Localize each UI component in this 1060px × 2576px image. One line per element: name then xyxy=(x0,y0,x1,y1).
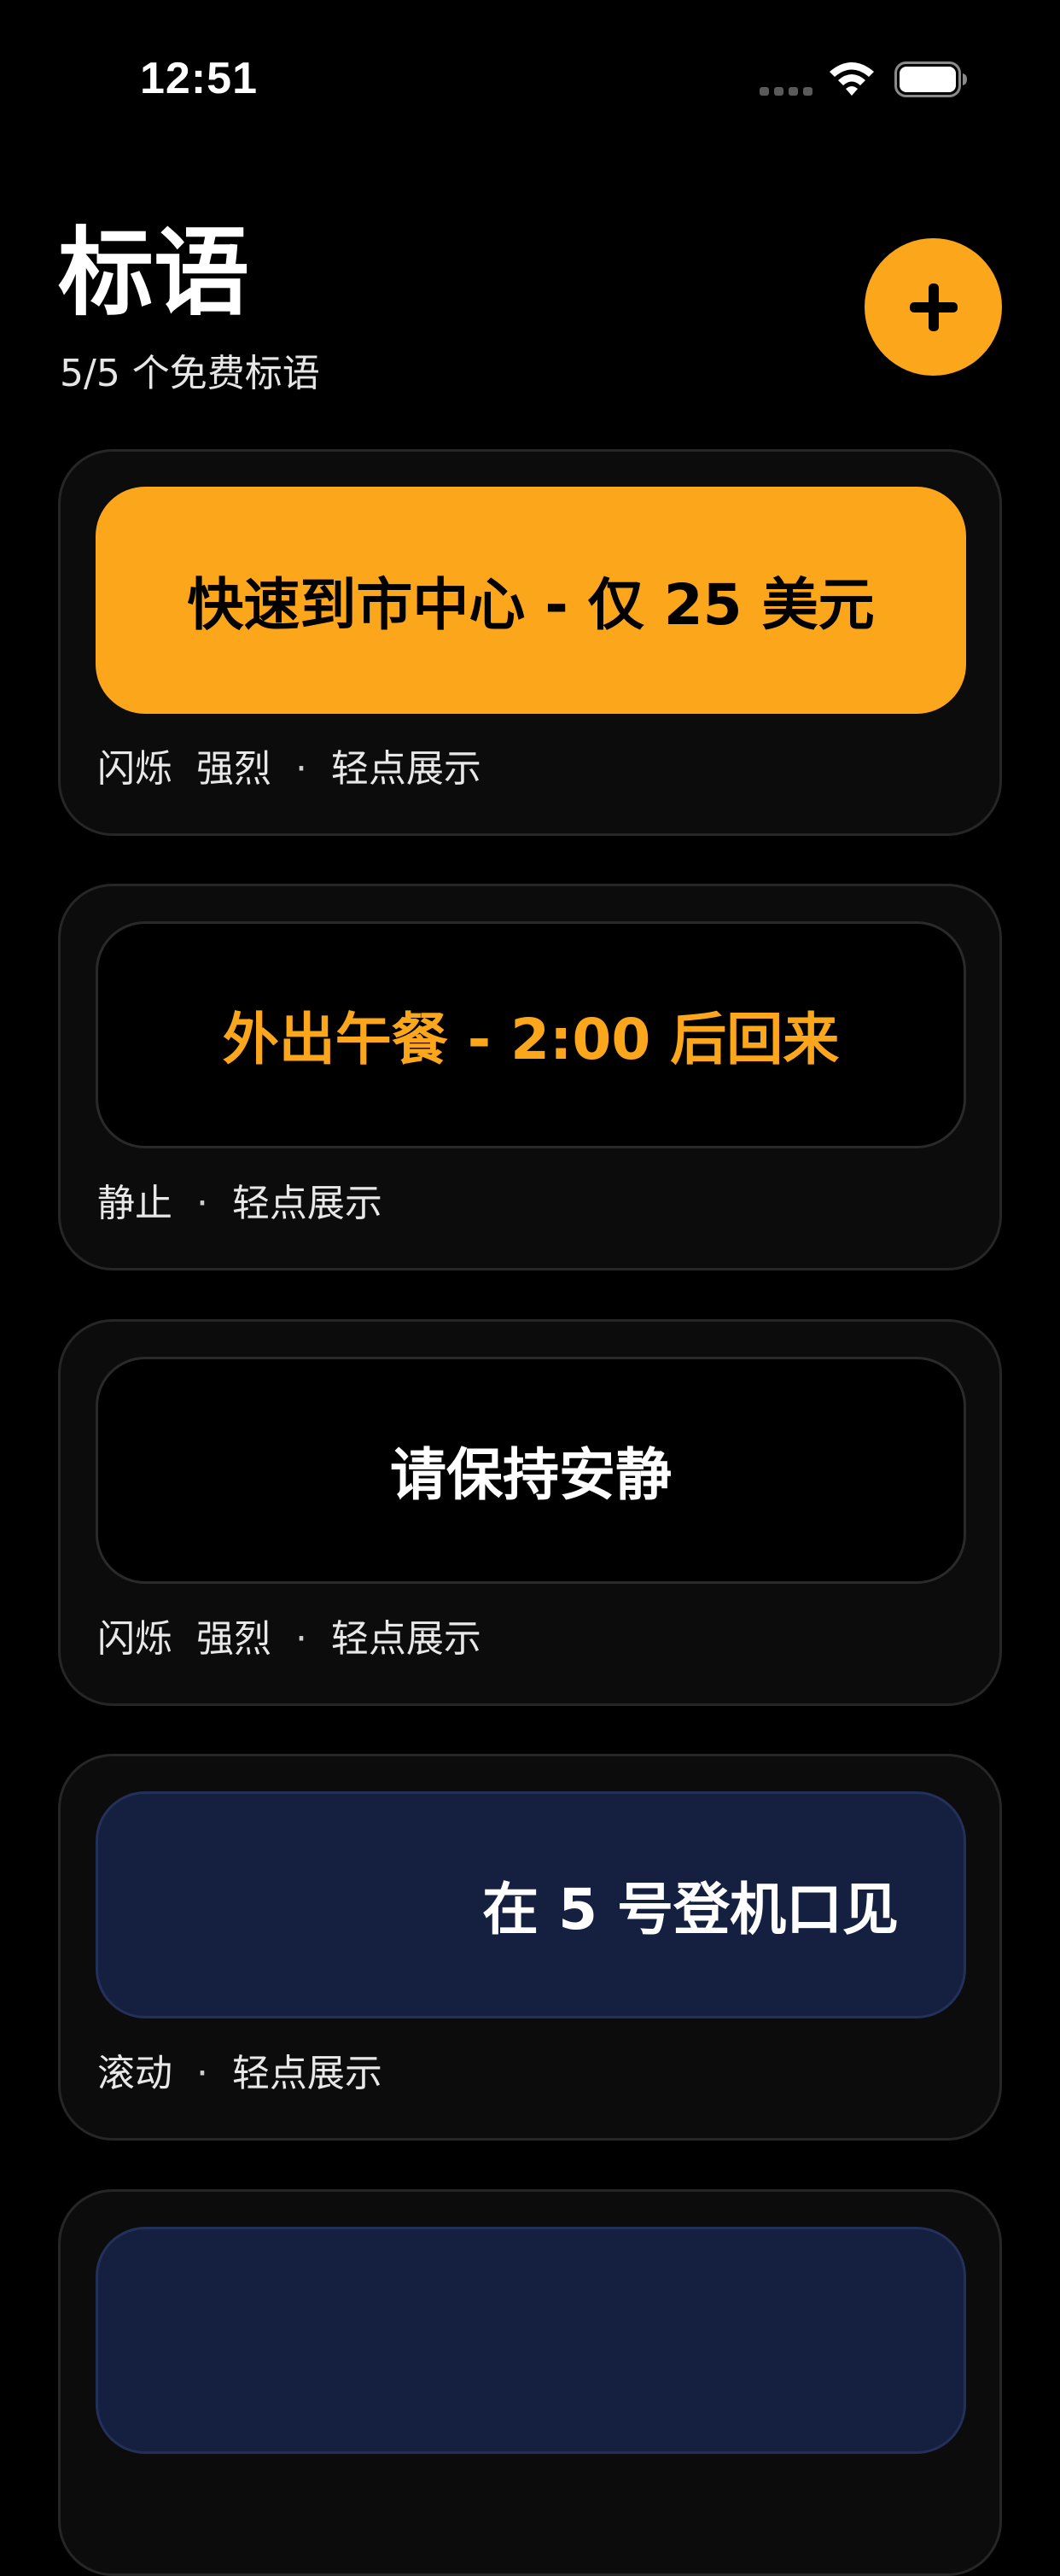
sign-modes: 闪烁 强烈 xyxy=(97,1617,271,1661)
free-sign-count: 5/5 个免费标语 xyxy=(60,352,320,395)
status-bar: 12:51 xyxy=(0,0,1060,128)
wifi-icon xyxy=(830,62,874,96)
add-sign-button[interactable] xyxy=(865,238,1002,376)
sign-text: 外出午餐 - 2:00 后回来 xyxy=(222,1007,840,1072)
sign-card[interactable]: 请保持安静 闪烁 强烈 · 轻点展示 xyxy=(58,1319,1002,1706)
tap-to-show-hint: 轻点展示 xyxy=(231,2052,382,2095)
separator-dot: · xyxy=(172,2052,232,2095)
sign-text: 在 5 号登机口见 xyxy=(482,1877,899,1942)
separator-dot: · xyxy=(271,1617,331,1661)
cellular-signal-icon xyxy=(760,87,812,96)
tap-to-show-hint: 轻点展示 xyxy=(231,1182,382,1225)
sign-text: 快速到市中心 - 仅 25 美元 xyxy=(187,572,875,638)
sign-modes: 闪烁 强烈 xyxy=(97,747,271,791)
sign-card[interactable]: 快速到市中心 - 仅 25 美元 闪烁 强烈 · 轻点展示 xyxy=(58,449,1002,836)
sign-meta: 滚动 · 轻点展示 xyxy=(97,2048,382,2100)
separator-dot: · xyxy=(172,1182,232,1225)
plus-icon xyxy=(909,283,958,331)
sign-preview-banner: 请保持安静 xyxy=(96,1357,966,1584)
page-title: 标语 xyxy=(58,218,249,329)
sign-preview-banner: 在 5 号登机口见 xyxy=(96,1791,966,2018)
status-time: 12:51 xyxy=(140,54,258,103)
battery-icon xyxy=(894,61,967,97)
sign-modes: 滚动 xyxy=(97,2052,172,2095)
sign-meta: 闪烁 强烈 · 轻点展示 xyxy=(97,1614,481,1665)
sign-text: 请保持安静 xyxy=(390,1442,672,1508)
sign-preview-banner: 外出午餐 - 2:00 后回来 xyxy=(96,921,966,1148)
sign-preview-banner xyxy=(96,2227,966,2454)
sign-preview-banner: 快速到市中心 - 仅 25 美元 xyxy=(96,487,966,714)
sign-card[interactable]: 外出午餐 - 2:00 后回来 静止 · 轻点展示 xyxy=(58,884,1002,1270)
tap-to-show-hint: 轻点展示 xyxy=(330,1617,481,1661)
sign-meta: 闪烁 强烈 · 轻点展示 xyxy=(97,744,481,795)
sign-meta: 静止 · 轻点展示 xyxy=(97,1178,382,1230)
separator-dot: · xyxy=(271,747,331,791)
tap-to-show-hint: 轻点展示 xyxy=(330,747,481,791)
sign-card[interactable] xyxy=(58,2189,1002,2576)
sign-modes: 静止 xyxy=(97,1182,172,1225)
sign-card[interactable]: 在 5 号登机口见 滚动 · 轻点展示 xyxy=(58,1754,1002,2141)
